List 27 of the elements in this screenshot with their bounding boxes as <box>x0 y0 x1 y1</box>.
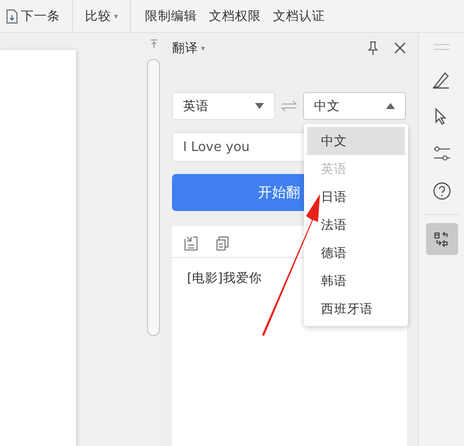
pen-icon <box>432 70 452 90</box>
language-option[interactable]: 日语 <box>307 183 405 211</box>
document-down-icon <box>6 8 18 24</box>
panel-title[interactable]: 翻译 ▾ <box>172 40 206 56</box>
language-option[interactable]: 法语 <box>307 211 405 239</box>
next-item-button[interactable]: 下一条 <box>2 4 64 28</box>
language-option[interactable]: 德语 <box>307 239 405 267</box>
toolbar-button[interactable]: 文档权限 <box>203 4 268 28</box>
caret-icon <box>386 103 395 109</box>
pin-icon[interactable] <box>366 41 380 55</box>
language-option[interactable]: 韩语 <box>307 267 405 295</box>
compare-menu-button[interactable]: 比较 ▾ <box>81 4 122 28</box>
target-language-select[interactable]: 中文 <box>303 92 406 120</box>
copy-icon[interactable] <box>216 236 230 251</box>
result-text: [电影]我爱你 <box>187 270 262 287</box>
source-language-select[interactable]: 英语 <box>172 92 275 120</box>
help-icon <box>432 181 452 201</box>
scrollbar-thumb[interactable] <box>147 59 160 336</box>
toolbar-button[interactable]: 文档认证 <box>267 4 332 28</box>
drag-handle[interactable] <box>434 44 450 50</box>
caret-icon <box>255 103 264 109</box>
language-option[interactable]: 西班牙语 <box>307 295 405 323</box>
translate-tool-button[interactable] <box>426 223 458 255</box>
language-option[interactable]: 中文 <box>307 127 405 155</box>
toolbar-button[interactable]: 限制编辑 <box>139 4 204 28</box>
close-icon[interactable] <box>394 42 406 54</box>
insert-icon[interactable] <box>184 236 198 251</box>
